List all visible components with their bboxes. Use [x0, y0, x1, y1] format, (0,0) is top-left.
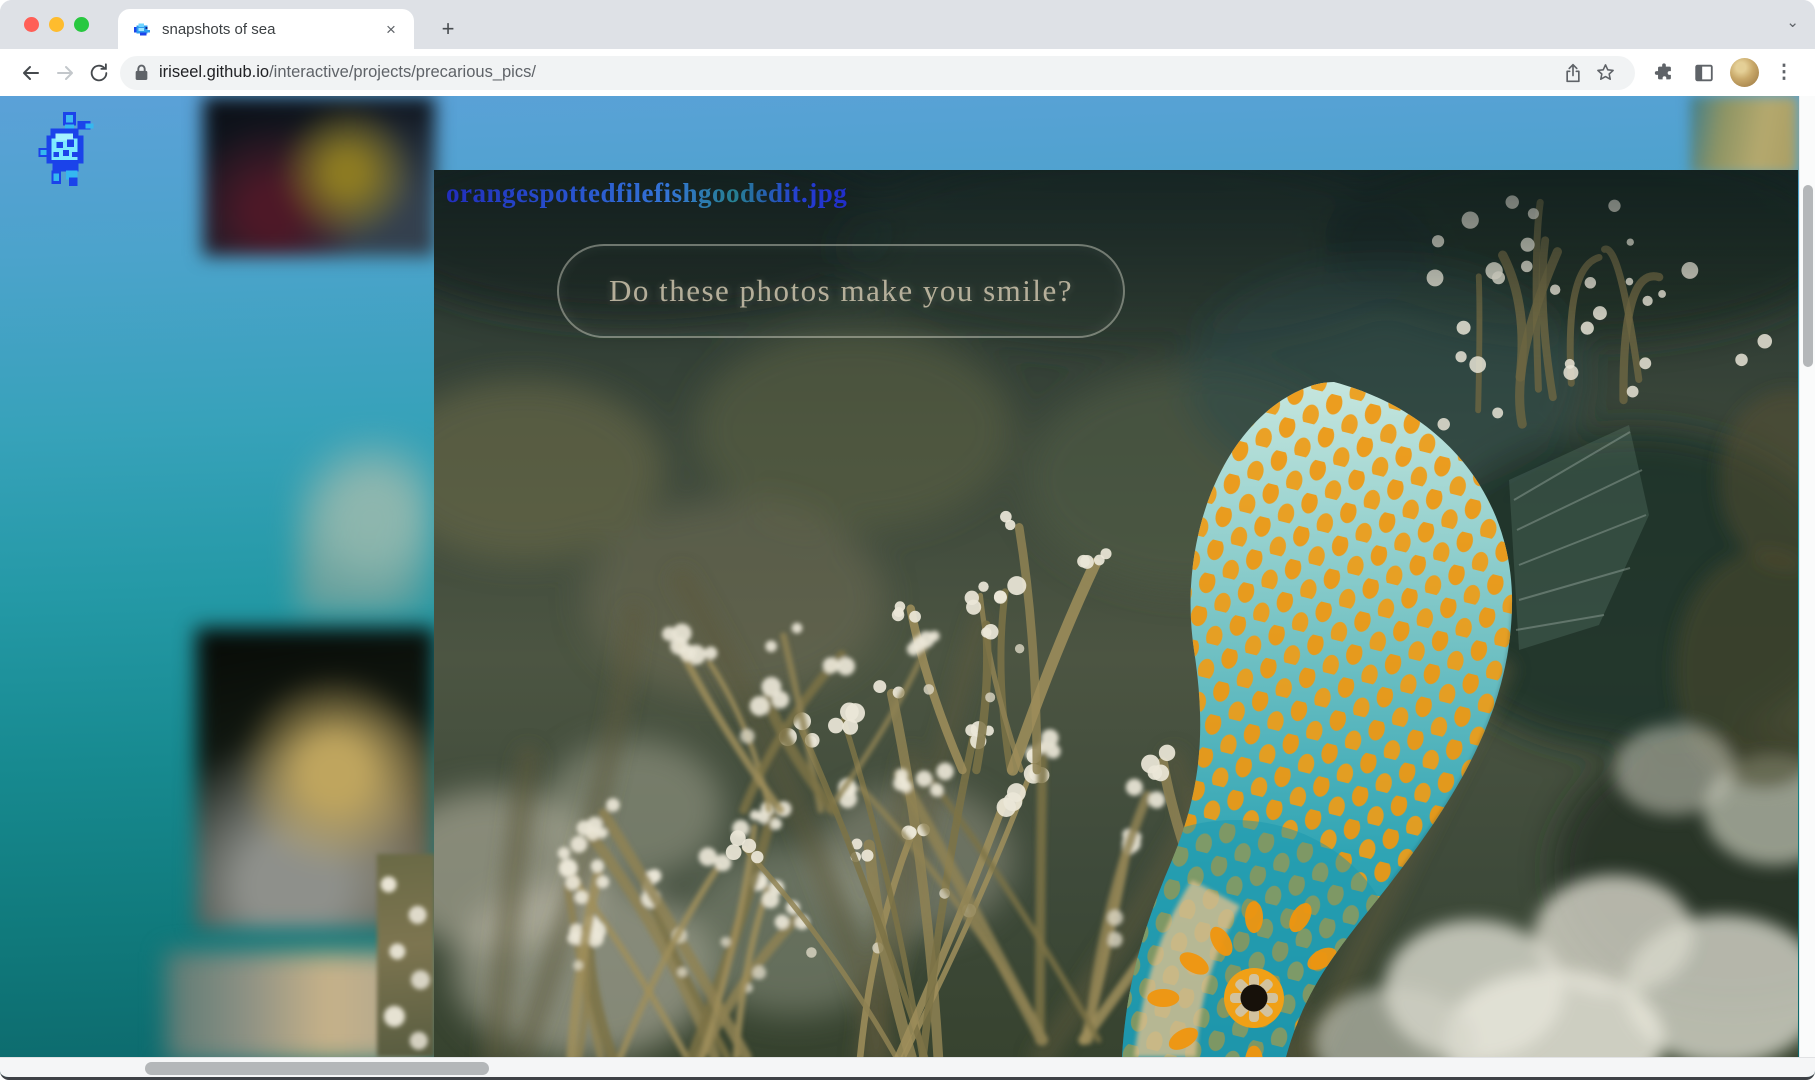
vertical-scrollbar[interactable] [1799, 96, 1815, 1057]
vertical-scrollbar-thumb[interactable] [1803, 185, 1813, 367]
url-domain: iriseel.github.io [159, 63, 269, 81]
horizontal-scrollbar-thumb[interactable] [145, 1062, 489, 1075]
forward-arrow-icon [53, 61, 77, 85]
gallery-photo-peek-strip[interactable] [377, 854, 435, 1057]
main-photo-orangespotted-filefish[interactable]: orangespottedfilefishgoodedit.jpg Do the… [434, 170, 1798, 1057]
url-path: /interactive/projects/precarious_pics/ [269, 63, 536, 81]
profile-avatar [1730, 58, 1759, 87]
browser-toolbar: iriseel.github.io/interactive/projects/p… [0, 49, 1815, 96]
side-panel-button[interactable] [1687, 56, 1721, 90]
gallery-thumbnail-blurred-top[interactable] [203, 96, 435, 256]
window-controls [24, 17, 89, 32]
reload-button[interactable] [82, 56, 116, 90]
tab-strip: snapshots of sea × + ⌄ [0, 0, 1815, 49]
horizontal-scrollbar[interactable] [0, 1057, 1815, 1080]
browser-tab-snapshots-of-sea[interactable]: snapshots of sea × [118, 9, 414, 49]
fish-favicon-icon [132, 19, 152, 39]
close-window-button[interactable] [24, 17, 39, 32]
prompt-box: Do these photos make you smile? [557, 244, 1125, 338]
side-panel-icon [1693, 62, 1715, 84]
url-text: iriseel.github.io/interactive/projects/p… [159, 63, 1557, 82]
gallery-thumbnail-blurred-top-right [1690, 96, 1798, 174]
star-icon [1595, 62, 1616, 83]
new-tab-button[interactable]: + [434, 15, 462, 43]
address-bar[interactable]: iriseel.github.io/interactive/projects/p… [120, 56, 1635, 90]
lock-icon [134, 64, 149, 81]
back-button[interactable] [14, 56, 48, 90]
minimize-window-button[interactable] [49, 17, 64, 32]
extensions-button[interactable] [1647, 56, 1681, 90]
close-tab-icon[interactable]: × [380, 18, 402, 40]
tab-title: snapshots of sea [162, 21, 380, 38]
browser-window: snapshots of sea × + ⌄ [0, 0, 1815, 1080]
filefish-eye [1224, 968, 1284, 1028]
chevron-down-icon[interactable]: ⌄ [1786, 13, 1799, 31]
photo-filename-label: orangespottedfilefishgoodedit.jpg [446, 178, 847, 209]
puzzle-icon [1653, 62, 1675, 84]
toolbar-right-group: ⋮ [1647, 56, 1801, 90]
back-arrow-icon [19, 61, 43, 85]
prompt-question: Do these photos make you smile? [609, 273, 1073, 309]
bookmark-button[interactable] [1589, 57, 1621, 89]
share-button[interactable] [1557, 57, 1589, 89]
share-icon [1563, 62, 1583, 84]
reload-icon [88, 62, 110, 84]
zoom-window-button[interactable] [74, 17, 89, 32]
browser-menu-button[interactable]: ⋮ [1767, 56, 1801, 90]
page-ocean-background: orangespottedfilefishgoodedit.jpg Do the… [0, 96, 1815, 1080]
forward-button[interactable] [48, 56, 82, 90]
gallery-thumbnail-blurred-middle[interactable] [296, 434, 436, 614]
pixel-turtle-logo-icon[interactable] [38, 112, 96, 190]
profile-button[interactable] [1727, 56, 1761, 90]
